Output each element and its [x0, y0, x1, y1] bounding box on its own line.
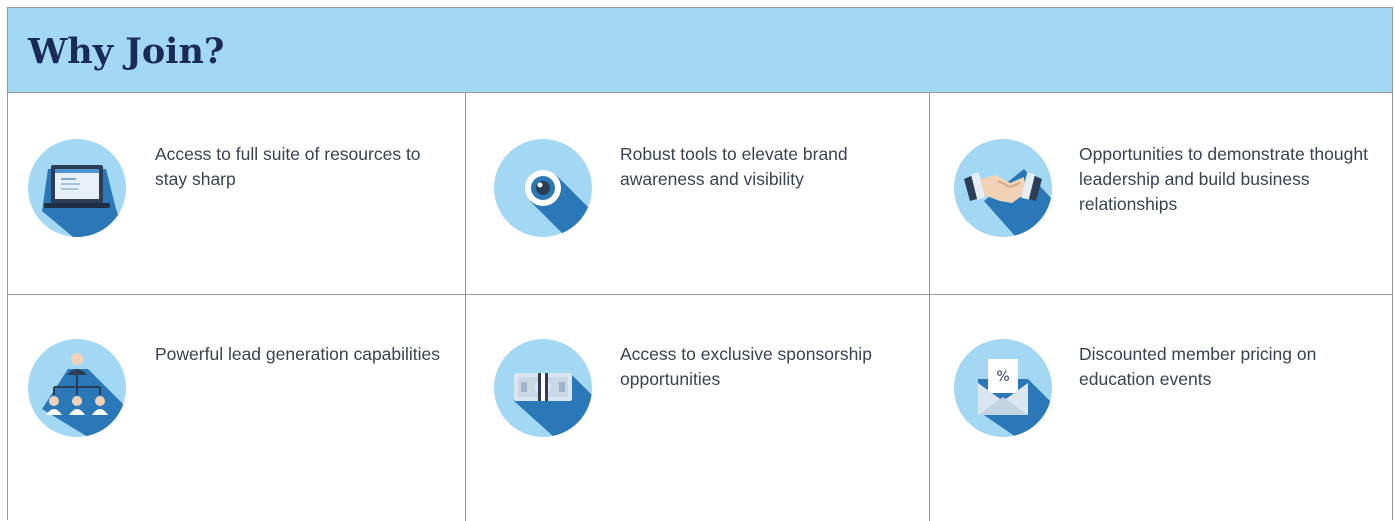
benefit-text: Access to exclusive sponsorship opportun… — [620, 344, 872, 389]
benefit-text: Powerful lead generation capabilities — [155, 344, 441, 364]
benefit-text: Opportunities to demonstrate thought lea… — [1079, 144, 1368, 214]
laptop-icon — [28, 139, 126, 237]
benefits-grid: Access to full suite of resources to sta… — [8, 93, 1392, 521]
benefit-sponsorship: Access to exclusive sponsorship opportun… — [466, 295, 930, 521]
why-join-panel: Why Join? Access to full suite of resour… — [7, 7, 1393, 521]
discount-envelope-icon: % — [954, 339, 1052, 437]
benefit-brand-awareness: Robust tools to elevate brand awareness … — [466, 93, 930, 295]
benefit-thought-leadership: Opportunities to demonstrate thought lea… — [930, 93, 1392, 295]
header-bar: Why Join? — [8, 8, 1392, 93]
benefit-lead-generation: Powerful lead generation capabilities — [8, 295, 466, 521]
benefit-text: Access to full suite of resources to sta… — [155, 144, 421, 189]
benefit-discounted-pricing: % Discounted member pricing on education… — [930, 295, 1392, 521]
benefit-text: Robust tools to elevate brand awareness … — [620, 144, 848, 189]
page-title: Why Join? — [28, 30, 225, 72]
money-icon — [494, 339, 592, 437]
benefit-text: Discounted member pricing on education e… — [1079, 344, 1317, 389]
org-chart-icon — [28, 339, 126, 437]
handshake-icon — [954, 139, 1052, 237]
eye-icon — [494, 139, 592, 237]
svg-text:%: % — [996, 369, 1009, 385]
benefit-resources: Access to full suite of resources to sta… — [8, 93, 466, 295]
